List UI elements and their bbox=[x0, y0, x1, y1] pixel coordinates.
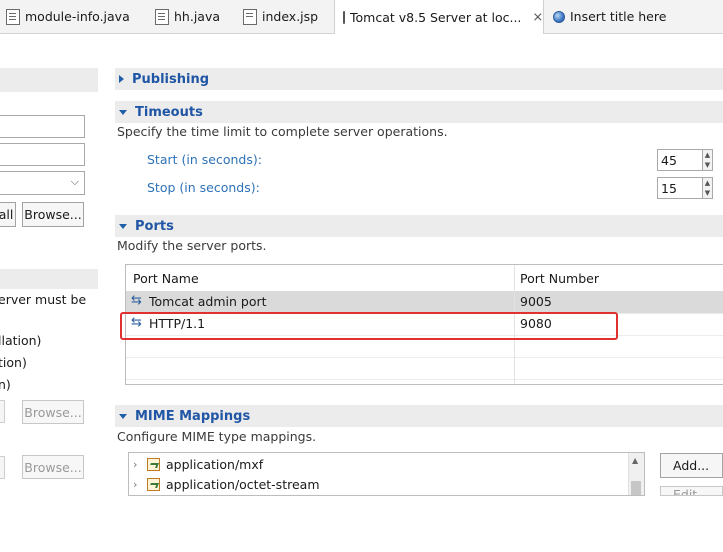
column-header-port-number[interactable]: Port Number bbox=[520, 271, 599, 286]
expand-triangle-icon bbox=[119, 75, 124, 83]
collapse-triangle-icon bbox=[119, 223, 127, 229]
port-name-cell: Tomcat admin port bbox=[149, 294, 267, 309]
timeouts-section-header[interactable]: Timeouts bbox=[115, 101, 723, 123]
option-text-3: n) bbox=[0, 377, 11, 392]
jsp-file-icon bbox=[243, 8, 257, 25]
tree-item-label: application/octet-stream bbox=[166, 476, 320, 492]
button-label: Edit... bbox=[673, 487, 710, 496]
tab-tomcat-server[interactable]: Tomcat v8.5 Server at loc... ⨯ bbox=[334, 0, 544, 34]
button-label: Browse... bbox=[24, 207, 82, 222]
stop-timeout-input[interactable]: 15 bbox=[657, 177, 703, 199]
scroll-up-icon[interactable]: ▲ bbox=[632, 456, 638, 465]
add-mime-button[interactable]: Add... bbox=[660, 453, 723, 478]
browse-button-3[interactable]: Browse... bbox=[22, 455, 84, 479]
tab-label: Insert title here bbox=[570, 9, 667, 24]
globe-icon bbox=[553, 10, 565, 23]
spinner-down-icon[interactable]: ▼ bbox=[703, 160, 712, 170]
section-title: Publishing bbox=[132, 71, 210, 87]
tab-label: Tomcat v8.5 Server at loc... bbox=[350, 9, 522, 25]
stop-timeout-label: Stop (in seconds): bbox=[147, 180, 260, 195]
tree-item-label: application/mxf bbox=[166, 456, 264, 472]
chevron-down-icon: ⌵ bbox=[70, 175, 79, 188]
tab-label: module-info.java bbox=[25, 9, 130, 24]
tab-module-info-java[interactable]: module-info.java bbox=[6, 0, 130, 33]
edit-mime-button[interactable]: Edit... bbox=[660, 486, 723, 496]
publishing-section-header[interactable]: Publishing bbox=[115, 68, 723, 90]
left-disabled-field-1 bbox=[0, 400, 5, 423]
left-disabled-field-2 bbox=[0, 456, 5, 479]
mime-description: Configure MIME type mappings. bbox=[117, 429, 317, 444]
option-text-2: tion) bbox=[0, 355, 27, 370]
table-header: Port Name Port Number bbox=[126, 265, 723, 292]
left-dropdown[interactable]: ⌵ bbox=[0, 171, 85, 195]
editor-tab-bar: module-info.java hh.java index.jsp Tomca… bbox=[0, 0, 723, 34]
mime-section-header[interactable]: MIME Mappings bbox=[115, 405, 723, 427]
close-icon[interactable]: ⨯ bbox=[532, 10, 543, 25]
mime-mapping-icon bbox=[147, 457, 160, 471]
button-label: Add... bbox=[673, 458, 710, 473]
left-section-header-2 bbox=[0, 269, 98, 289]
tab-hh-java[interactable]: hh.java bbox=[155, 0, 220, 33]
button-label: all bbox=[0, 207, 14, 222]
mime-mapping-icon bbox=[147, 477, 160, 491]
clipped-button[interactable]: all bbox=[0, 202, 16, 227]
scrollbar-thumb[interactable] bbox=[631, 481, 641, 495]
section-title: Timeouts bbox=[135, 104, 203, 120]
chevron-right-icon[interactable]: › bbox=[133, 478, 141, 491]
left-text-field-2[interactable] bbox=[0, 143, 85, 166]
table-row[interactable]: Tomcat admin port 9005 bbox=[126, 291, 723, 314]
start-timeout-value: 45 bbox=[661, 152, 677, 168]
ports-section-header[interactable]: Ports bbox=[115, 215, 723, 237]
start-timeout-label: Start (in seconds): bbox=[147, 152, 262, 167]
tree-item[interactable]: › application/octet-stream bbox=[133, 474, 320, 494]
port-icon bbox=[131, 293, 145, 308]
spinner-up-icon[interactable]: ▲ bbox=[703, 150, 712, 160]
stop-timeout-value: 15 bbox=[661, 180, 677, 196]
button-label: Browse... bbox=[24, 404, 82, 420]
tab-index-jsp[interactable]: index.jsp bbox=[243, 0, 318, 33]
browse-button-2[interactable]: Browse... bbox=[22, 400, 84, 424]
button-label: Browse... bbox=[24, 459, 82, 475]
option-text-1: llation) bbox=[0, 333, 42, 348]
collapse-triangle-icon bbox=[119, 109, 127, 115]
spinner-up-icon[interactable]: ▲ bbox=[703, 178, 712, 188]
tab-insert-title-here[interactable]: Insert title here bbox=[553, 0, 666, 33]
highlight-annotation-box bbox=[120, 312, 618, 340]
section-title: MIME Mappings bbox=[135, 408, 251, 424]
timeouts-description: Specify the time limit to complete serve… bbox=[117, 124, 448, 139]
browse-button-1[interactable]: Browse... bbox=[22, 202, 84, 227]
column-header-port-name[interactable]: Port Name bbox=[133, 271, 199, 286]
java-file-icon bbox=[6, 8, 20, 25]
section-title: Ports bbox=[135, 218, 174, 234]
mime-mappings-tree: › application/mxf › application/octet-st… bbox=[128, 452, 645, 496]
table-row-empty bbox=[126, 357, 723, 380]
start-timeout-spinner[interactable]: ▲ ▼ bbox=[703, 149, 713, 171]
start-timeout-input[interactable]: 45 bbox=[657, 149, 703, 171]
vertical-scrollbar[interactable]: ▲ bbox=[628, 453, 644, 495]
tomcat-server-icon bbox=[343, 10, 345, 24]
ports-description: Modify the server ports. bbox=[117, 238, 267, 253]
port-number-cell[interactable]: 9005 bbox=[520, 294, 552, 309]
collapse-triangle-icon bbox=[119, 413, 127, 419]
java-file-icon bbox=[155, 8, 169, 25]
tree-item[interactable]: › application/mxf bbox=[133, 454, 263, 474]
tab-label: hh.java bbox=[174, 9, 221, 24]
chevron-right-icon[interactable]: › bbox=[133, 458, 141, 471]
left-section-header bbox=[0, 68, 98, 92]
tab-label: index.jsp bbox=[262, 9, 319, 24]
stop-timeout-spinner[interactable]: ▲ ▼ bbox=[703, 177, 713, 199]
server-note-text: erver must be bbox=[0, 292, 87, 307]
left-text-field-1[interactable] bbox=[0, 115, 85, 138]
spinner-down-icon[interactable]: ▼ bbox=[703, 188, 712, 198]
